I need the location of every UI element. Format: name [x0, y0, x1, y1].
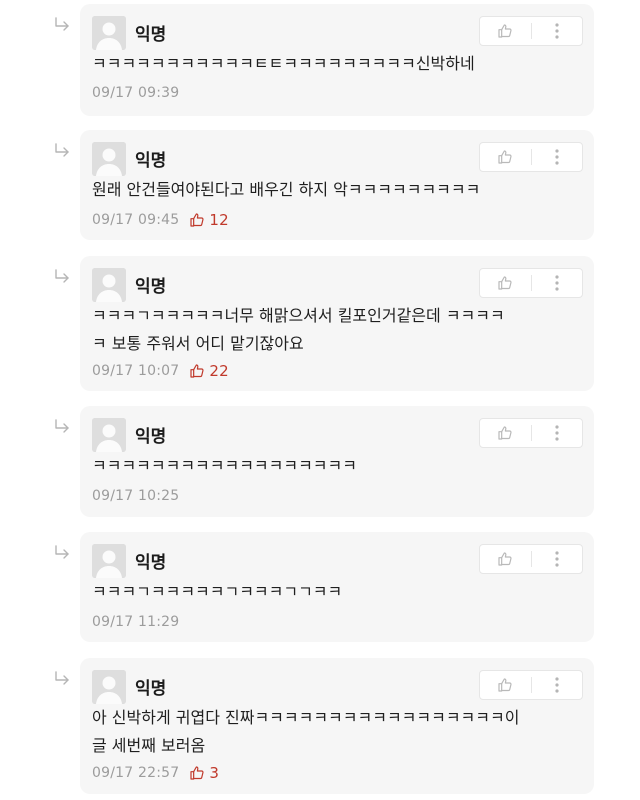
- reply-arrow-icon: [54, 418, 70, 433]
- comment-reply: 익명아 신박하게 귀엽다 진짜ㅋㅋㅋㅋㅋㅋㅋㅋㅋㅋㅋㅋㅋㅋㅋㅋㅋ이글 세번째 보…: [0, 658, 640, 794]
- like-button[interactable]: [480, 671, 531, 699]
- user-avatar-icon: [92, 544, 126, 578]
- comment-body-line: ㅋㅋㅋㅋㅋㅋㅋㅋㅋㅋㅋㅋㅋㅋㅋㅋㅋㅋ: [92, 456, 357, 475]
- comment-body-line: ㅋㅋㅋㄱㅋㅋㅋㅋㅋ너무 해맑으셔서 킬포인거같은데 ㅋㅋㅋㅋ: [92, 306, 505, 325]
- comment-actions: [479, 16, 583, 46]
- comment-body-line: ㅋㅋㅋㄱㅋㅋㅋㅋㅋㄱㅋㅋㅋㄱㄱㅋㅋ: [92, 582, 343, 601]
- comment-body: ㅋㅋㅋㄱㅋㅋㅋㅋㅋㄱㅋㅋㅋㄱㄱㅋㅋ: [92, 578, 580, 606]
- comment-card: 익명 ㅋㅋㅋㄱㅋㅋㅋㅋㅋ너무 해맑으셔서 킬포인거같은데 ㅋㅋㅋㅋㅋ 보통 주워서…: [80, 256, 594, 391]
- comment-actions: [479, 418, 583, 448]
- comment-card: 익명원래 안건들여야된다고 배우긴 하지 악ㅋㅋㅋㅋㅋㅋㅋㅋㅋ 09/17 09:…: [80, 130, 594, 240]
- thumbs-up-icon: [497, 23, 513, 39]
- comment-meta: 09/17 11:29: [92, 612, 179, 632]
- user-avatar-icon: [92, 268, 126, 302]
- user-avatar-icon: [92, 670, 126, 704]
- comment-meta: 09/17 10:25: [92, 486, 179, 506]
- vertical-dots-icon: [555, 677, 559, 693]
- thumbs-up-icon: [497, 425, 513, 441]
- comment-meta: 09/17 09:45 12: [92, 210, 229, 230]
- thumbs-up-icon: [497, 149, 513, 165]
- more-options-button[interactable]: [532, 671, 583, 699]
- like-count: 22: [189, 362, 229, 380]
- thumbs-up-icon: [497, 275, 513, 291]
- comment-body: ㅋㅋㅋㄱㅋㅋㅋㅋㅋ너무 해맑으셔서 킬포인거같은데 ㅋㅋㅋㅋㅋ 보통 주워서 어…: [92, 302, 580, 358]
- reply-arrow-icon: [54, 268, 70, 283]
- thumbs-up-icon: [189, 363, 209, 379]
- comment-body: 원래 안건들여야된다고 배우긴 하지 악ㅋㅋㅋㅋㅋㅋㅋㅋㅋ: [92, 176, 580, 204]
- user-avatar-icon: [92, 418, 126, 452]
- comment-reply: 익명원래 안건들여야된다고 배우긴 하지 악ㅋㅋㅋㅋㅋㅋㅋㅋㅋ 09/17 09:…: [0, 130, 640, 240]
- user-avatar-icon: [92, 142, 126, 176]
- comment-body-line: ㅋ 보통 주워서 어디 맡기잖아요: [92, 334, 304, 353]
- comment-card: 익명 ㅋㅋㅋㅋㅋㅋㅋㅋㅋㅋㅋㅋㅋㅋㅋㅋㅋㅋ 09/17 10:25: [80, 406, 594, 517]
- like-button[interactable]: [480, 17, 531, 45]
- comment-meta: 09/17 10:07 22: [92, 361, 229, 381]
- vertical-dots-icon: [555, 23, 559, 39]
- comment-actions: [479, 544, 583, 574]
- comment-actions: [479, 142, 583, 172]
- like-count: 3: [189, 764, 219, 782]
- thumbs-up-icon: [497, 677, 513, 693]
- more-options-button[interactable]: [532, 269, 583, 297]
- comment-timestamp: 09/17 09:45: [92, 212, 180, 228]
- comment-timestamp: 09/17 10:25: [92, 488, 180, 504]
- user-avatar-icon: [92, 16, 126, 50]
- comment-card: 익명 ㅋㅋㅋㅋㅋㅋㅋㅋㅋㅋㅋㅌㅌㅋㅋㅋㅋㅋㅋㅋㅋㅋ신박하네 09/17 09:39: [80, 4, 594, 116]
- vertical-dots-icon: [555, 425, 559, 441]
- comment-body-line: 글 세번째 보러옴: [92, 736, 206, 755]
- comment-body-line: 원래 안건들여야된다고 배우긴 하지 악ㅋㅋㅋㅋㅋㅋㅋㅋㅋ: [92, 180, 481, 199]
- comment-actions: [479, 670, 583, 700]
- comment-author: 익명: [135, 277, 167, 297]
- thumbs-up-icon: [189, 765, 209, 781]
- comment-body: ㅋㅋㅋㅋㅋㅋㅋㅋㅋㅋㅋㅋㅋㅋㅋㅋㅋㅋ: [92, 452, 580, 480]
- vertical-dots-icon: [555, 149, 559, 165]
- more-options-button[interactable]: [532, 419, 583, 447]
- like-count-value: 22: [209, 362, 229, 380]
- more-options-button[interactable]: [532, 545, 583, 573]
- comment-reply: 익명 ㅋㅋㅋㄱㅋㅋㅋㅋㅋ너무 해맑으셔서 킬포인거같은데 ㅋㅋㅋㅋㅋ 보통 주워서…: [0, 256, 640, 391]
- comment-author: 익명: [135, 25, 167, 45]
- comment-card: 익명 ㅋㅋㅋㄱㅋㅋㅋㅋㅋㄱㅋㅋㅋㄱㄱㅋㅋ 09/17 11:29: [80, 532, 594, 642]
- reply-arrow-icon: [54, 16, 70, 31]
- like-count-value: 12: [209, 211, 229, 229]
- like-button[interactable]: [480, 545, 531, 573]
- comment-meta: 09/17 09:39: [92, 83, 179, 103]
- comment-actions: [479, 268, 583, 298]
- comment-author: 익명: [135, 151, 167, 171]
- comment-timestamp: 09/17 22:57: [92, 765, 180, 781]
- vertical-dots-icon: [555, 551, 559, 567]
- reply-arrow-icon: [54, 670, 70, 685]
- like-button[interactable]: [480, 143, 531, 171]
- vertical-dots-icon: [555, 275, 559, 291]
- comment-body: 아 신박하게 귀엽다 진짜ㅋㅋㅋㅋㅋㅋㅋㅋㅋㅋㅋㅋㅋㅋㅋㅋㅋ이글 세번째 보러옴: [92, 704, 580, 760]
- thumbs-up-icon: [497, 551, 513, 567]
- comment-author: 익명: [135, 679, 167, 699]
- comment-timestamp: 09/17 09:39: [92, 85, 180, 101]
- comment-timestamp: 09/17 10:07: [92, 363, 180, 379]
- comment-body-line: ㅋㅋㅋㅋㅋㅋㅋㅋㅋㅋㅋㅌㅌㅋㅋㅋㅋㅋㅋㅋㅋㅋ신박하네: [92, 54, 475, 73]
- more-options-button[interactable]: [532, 143, 583, 171]
- reply-arrow-icon: [54, 142, 70, 157]
- like-count-value: 3: [209, 764, 220, 782]
- comment-reply: 익명 ㅋㅋㅋㅋㅋㅋㅋㅋㅋㅋㅋㅌㅌㅋㅋㅋㅋㅋㅋㅋㅋㅋ신박하네 09/17 09:39: [0, 4, 640, 116]
- comment-body: ㅋㅋㅋㅋㅋㅋㅋㅋㅋㅋㅋㅌㅌㅋㅋㅋㅋㅋㅋㅋㅋㅋ신박하네: [92, 50, 580, 78]
- comment-card: 익명아 신박하게 귀엽다 진짜ㅋㅋㅋㅋㅋㅋㅋㅋㅋㅋㅋㅋㅋㅋㅋㅋㅋ이글 세번째 보…: [80, 658, 594, 794]
- like-button[interactable]: [480, 269, 531, 297]
- comment-timestamp: 09/17 11:29: [92, 614, 180, 630]
- like-count: 12: [189, 211, 229, 229]
- comment-author: 익명: [135, 427, 167, 447]
- thumbs-up-icon: [189, 212, 209, 228]
- comment-body-line: 아 신박하게 귀엽다 진짜ㅋㅋㅋㅋㅋㅋㅋㅋㅋㅋㅋㅋㅋㅋㅋㅋㅋ이: [92, 708, 520, 727]
- more-options-button[interactable]: [532, 17, 583, 45]
- like-button[interactable]: [480, 419, 531, 447]
- comment-reply: 익명 ㅋㅋㅋㅋㅋㅋㅋㅋㅋㅋㅋㅋㅋㅋㅋㅋㅋㅋ 09/17 10:25: [0, 406, 640, 517]
- comment-meta: 09/17 22:57 3: [92, 763, 219, 783]
- comment-reply: 익명 ㅋㅋㅋㄱㅋㅋㅋㅋㅋㄱㅋㅋㅋㄱㄱㅋㅋ 09/17 11:29: [0, 532, 640, 642]
- comment-author: 익명: [135, 553, 167, 573]
- reply-arrow-icon: [54, 544, 70, 559]
